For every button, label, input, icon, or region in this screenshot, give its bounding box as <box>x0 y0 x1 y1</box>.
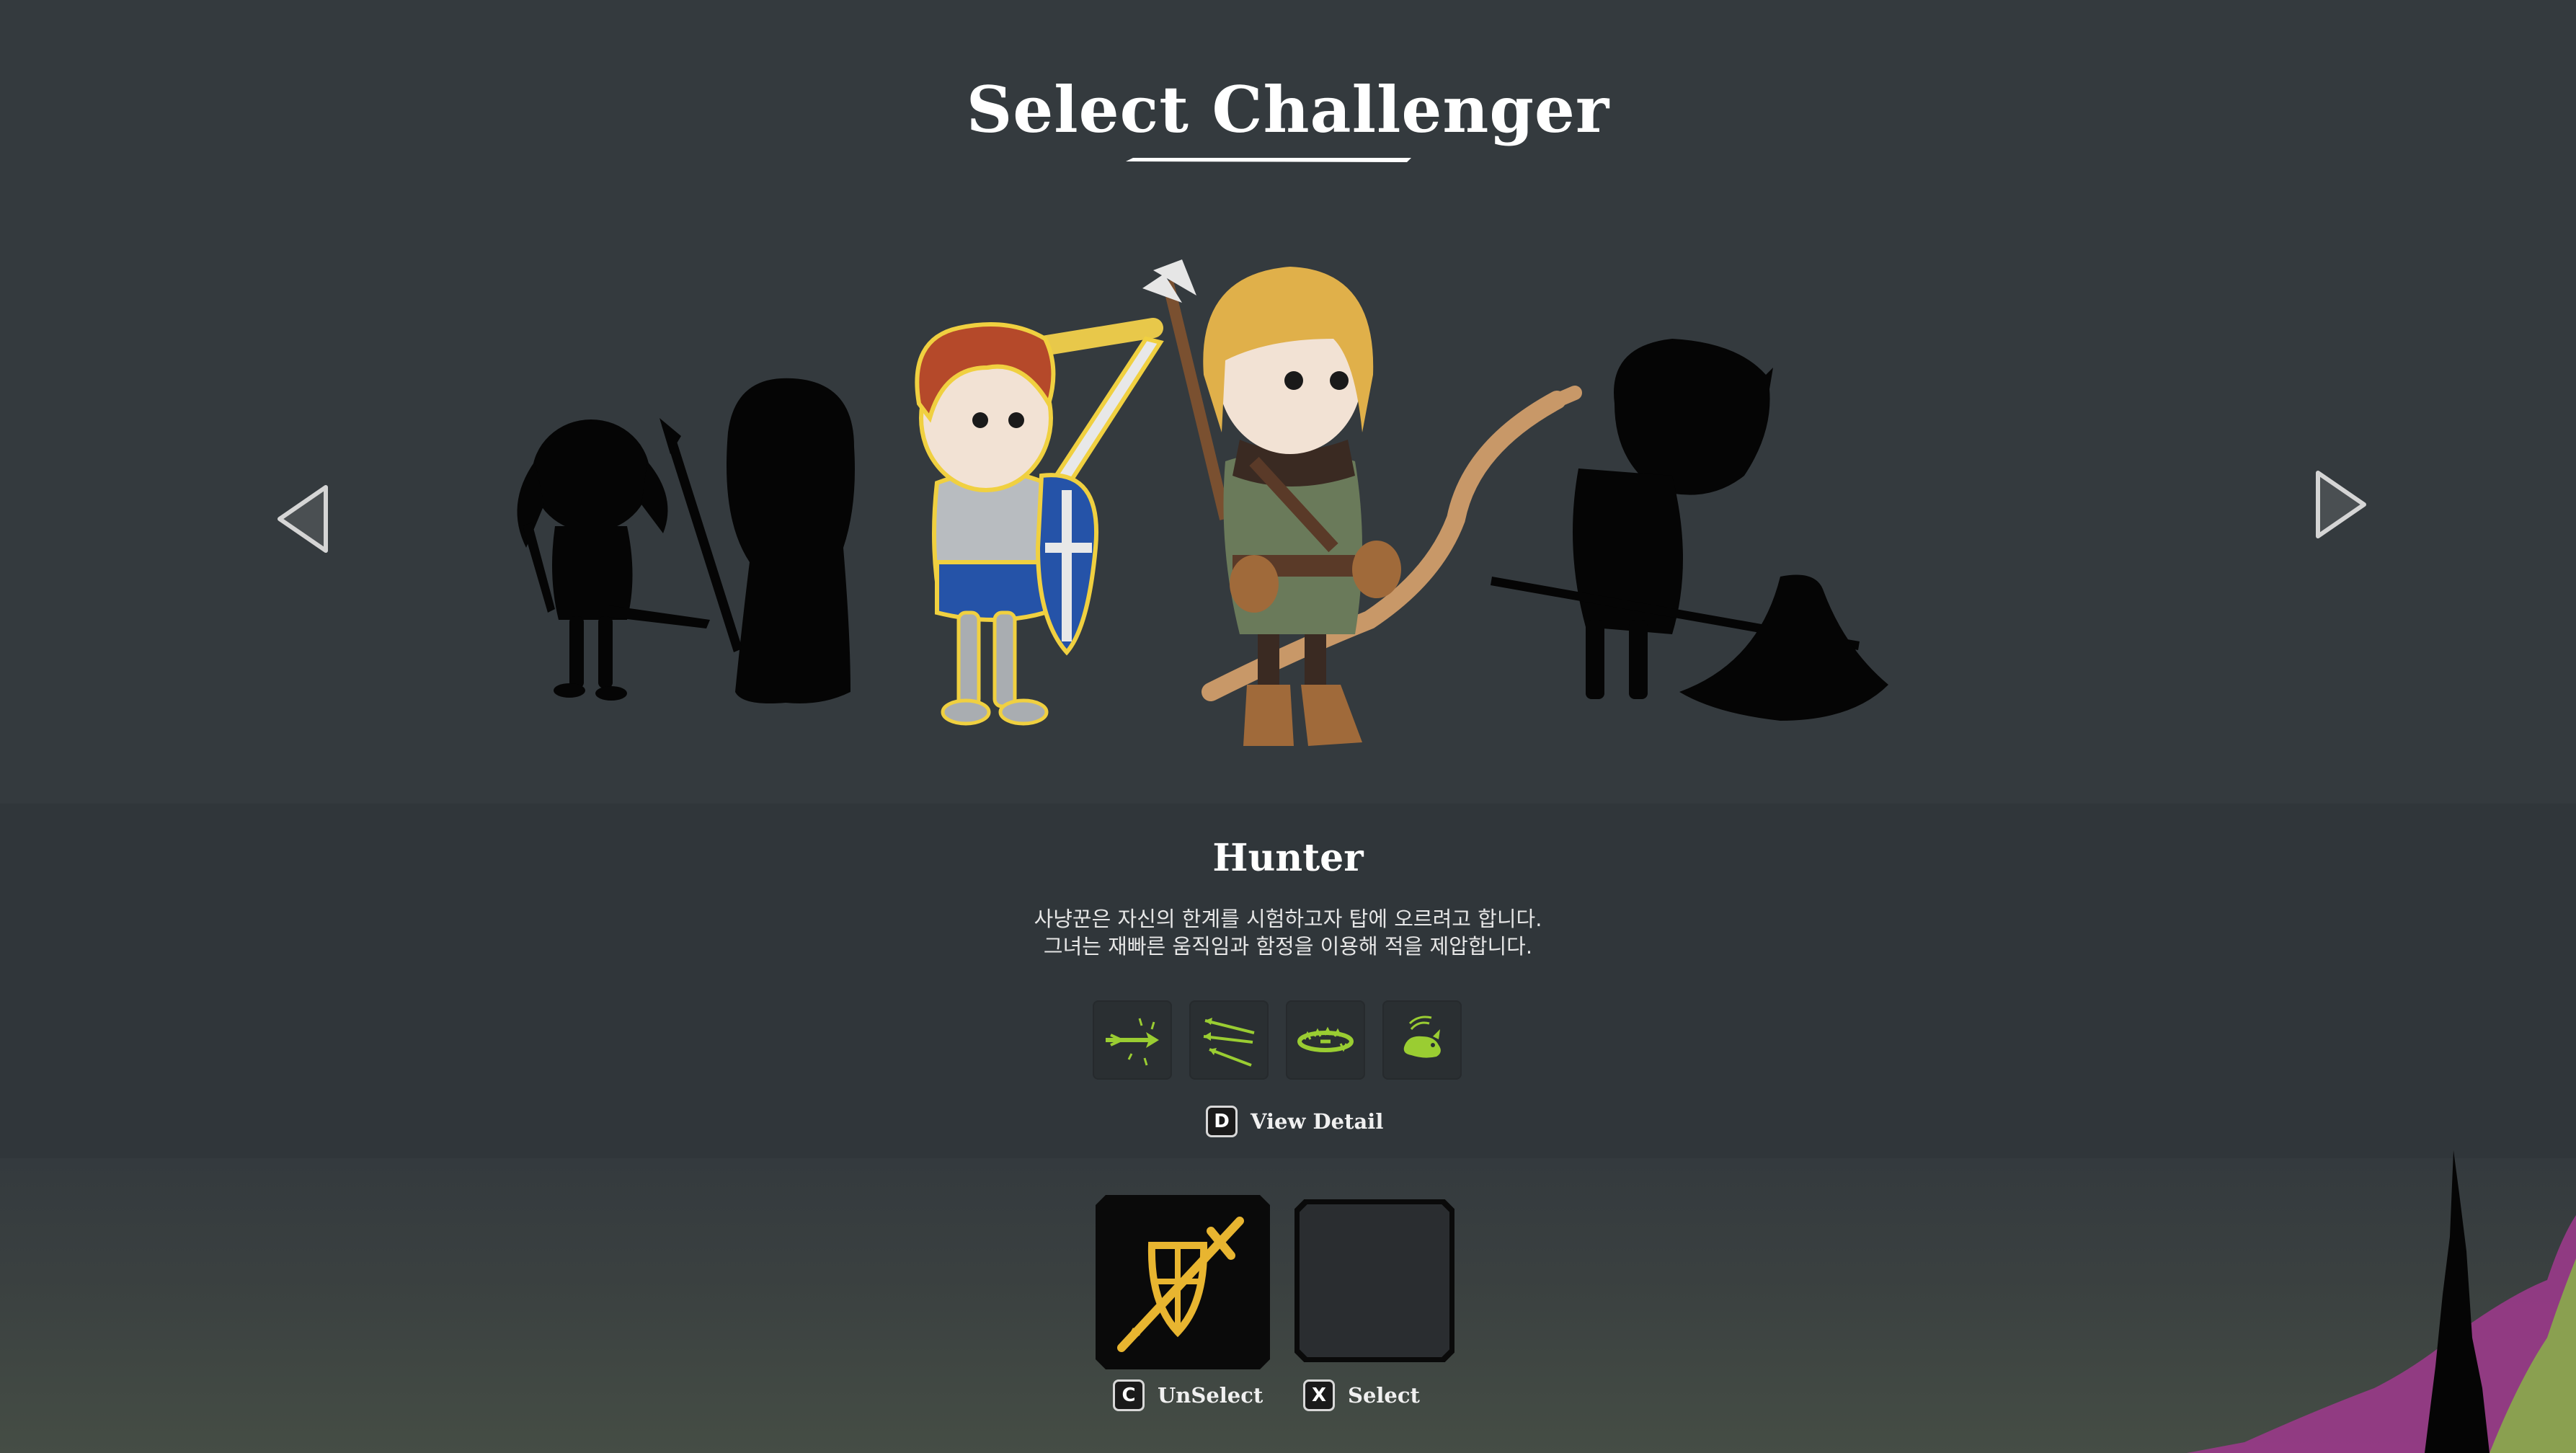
unselect-hint[interactable]: C UnSelect <box>1113 1379 1263 1411</box>
character-spearman-silhouette[interactable] <box>659 378 855 703</box>
description-line-1: 사냥꾼은 자신의 한계를 시험하고자 탑에 오르려고 합니다. <box>1034 907 1542 931</box>
key-x: X <box>1303 1379 1335 1411</box>
select-hint[interactable]: X Select <box>1303 1379 1420 1411</box>
select-label: Select <box>1348 1383 1420 1408</box>
skill-slot-3[interactable] <box>1286 1000 1365 1080</box>
key-d: D <box>1206 1106 1238 1137</box>
tower-landscape-decoration <box>2187 1150 2576 1453</box>
beast-companion-icon <box>1403 1016 1441 1058</box>
character-select-screen: Select Challenger Hunter 사냥꾼은 자신의 한계를 시험… <box>0 0 2576 1453</box>
description-line-2: 그녀는 재빠른 움직임과 함정을 이용해 적을 제압합니다. <box>1043 934 1533 959</box>
skill-slot-1[interactable] <box>1093 1000 1172 1080</box>
unselect-label: UnSelect <box>1158 1383 1263 1408</box>
spike-trap-icon <box>1297 1026 1354 1052</box>
character-hunter[interactable] <box>1142 259 1582 746</box>
character-name: Hunter <box>1212 836 1364 880</box>
view-detail-hint[interactable]: D View Detail <box>1206 1106 1383 1137</box>
view-detail-label: View Detail <box>1251 1109 1384 1134</box>
character-knight[interactable] <box>915 318 1164 726</box>
skill-slot-2[interactable] <box>1189 1000 1269 1080</box>
skill-list <box>1093 1000 1462 1080</box>
skill-slot-4[interactable] <box>1382 1000 1462 1080</box>
piercing-arrow-icon <box>1106 1018 1159 1066</box>
party-slot-1[interactable] <box>1096 1195 1270 1369</box>
character-description: 사냥꾼은 자신의 한계를 시험하고자 탑에 오르려고 합니다. 그녀는 재빠른 … <box>0 905 2576 960</box>
character-lineup <box>517 259 1888 746</box>
party-slot-2[interactable] <box>1294 1199 1454 1362</box>
key-c: C <box>1113 1379 1145 1411</box>
multi-arrow-icon <box>1203 1018 1255 1067</box>
